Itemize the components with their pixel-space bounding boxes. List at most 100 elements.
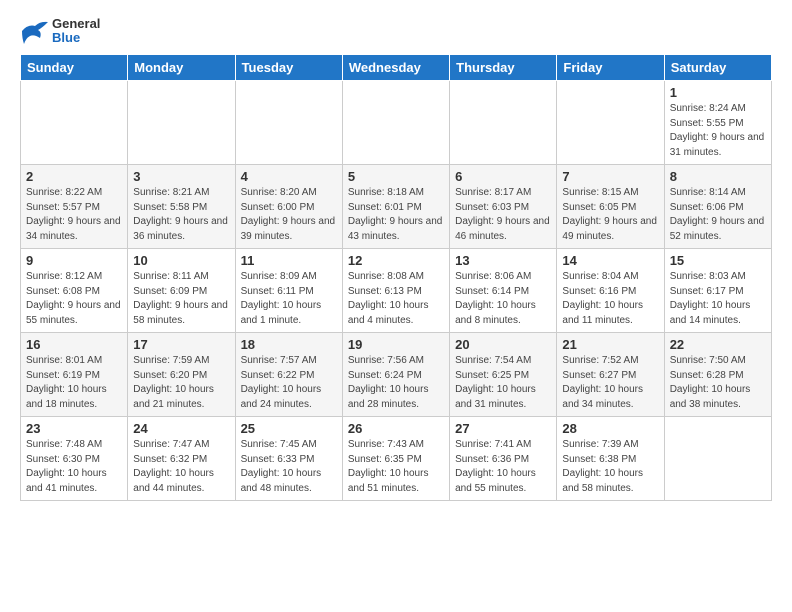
calendar-cell: 20 Sunrise: 7:54 AM Sunset: 6:25 PM Dayli… [450,333,557,417]
calendar-cell: 19Sunrise: 7:56 AM Sunset: 6:24 PM Dayli… [342,333,449,417]
week-row-5: 23 Sunrise: 7:48 AM Sunset: 6:30 PM Dayli… [21,417,772,501]
day-info: Sunrise: 8:24 AM Sunset: 5:55 PM Dayligh… [670,102,766,160]
day-number: 2 [26,169,122,184]
day-info: Sunrise: 8:09 AM Sunset: 6:11 PM Dayligh… [241,270,337,328]
header: General Blue [20,16,772,46]
day-number: 8 [670,169,766,184]
calendar-cell [128,81,235,165]
weekday-wednesday: Wednesday [342,55,449,81]
calendar-cell: 5 Sunrise: 8:18 AM Sunset: 6:01 PM Daylig… [342,165,449,249]
day-number: 18 [241,337,337,352]
calendar-cell: 1 Sunrise: 8:24 AM Sunset: 5:55 PM Daylig… [664,81,771,165]
calendar-cell: 15Sunrise: 8:03 AM Sunset: 6:17 PM Dayli… [664,249,771,333]
logo-general-text: General [52,17,100,31]
calendar-cell: 3 Sunrise: 8:21 AM Sunset: 5:58 PM Daylig… [128,165,235,249]
day-info: Sunrise: 8:18 AM Sunset: 6:01 PM Dayligh… [348,186,444,244]
calendar-cell: 18 Sunrise: 7:57 AM Sunset: 6:22 PM Dayli… [235,333,342,417]
page: General Blue SundayMondayTuesdayWednesda… [0,0,792,517]
day-info: Sunrise: 8:20 AM Sunset: 6:00 PM Dayligh… [241,186,337,244]
day-number: 16 [26,337,122,352]
calendar-cell: 8 Sunrise: 8:14 AM Sunset: 6:06 PM Daylig… [664,165,771,249]
calendar-cell: 23 Sunrise: 7:48 AM Sunset: 6:30 PM Dayli… [21,417,128,501]
day-number: 5 [348,169,444,184]
calendar-cell: 13 Sunrise: 8:06 AM Sunset: 6:14 PM Dayli… [450,249,557,333]
calendar-cell: 16 Sunrise: 8:01 AM Sunset: 6:19 PM Dayli… [21,333,128,417]
week-row-4: 16 Sunrise: 8:01 AM Sunset: 6:19 PM Dayli… [21,333,772,417]
weekday-header-row: SundayMondayTuesdayWednesdayThursdayFrid… [21,55,772,81]
day-number: 11 [241,253,337,268]
logo-bird-icon [20,16,50,46]
calendar-cell [342,81,449,165]
day-info: Sunrise: 7:57 AM Sunset: 6:22 PM Dayligh… [241,354,337,412]
day-info: Sunrise: 8:01 AM Sunset: 6:19 PM Dayligh… [26,354,122,412]
calendar-cell: 12 Sunrise: 8:08 AM Sunset: 6:13 PM Dayli… [342,249,449,333]
day-number: 14 [562,253,658,268]
day-info: Sunrise: 8:14 AM Sunset: 6:06 PM Dayligh… [670,186,766,244]
day-info: Sunrise: 7:45 AM Sunset: 6:33 PM Dayligh… [241,438,337,496]
weekday-thursday: Thursday [450,55,557,81]
day-info: Sunrise: 8:22 AM Sunset: 5:57 PM Dayligh… [26,186,122,244]
day-number: 12 [348,253,444,268]
day-number: 7 [562,169,658,184]
day-number: 3 [133,169,229,184]
day-info: Sunrise: 8:06 AM Sunset: 6:14 PM Dayligh… [455,270,551,328]
calendar-cell [235,81,342,165]
day-number: 21 [562,337,658,352]
weekday-tuesday: Tuesday [235,55,342,81]
day-info: Sunrise: 8:04 AM Sunset: 6:16 PM Dayligh… [562,270,658,328]
logo-blue-text: Blue [52,31,100,45]
calendar-cell: 6 Sunrise: 8:17 AM Sunset: 6:03 PM Daylig… [450,165,557,249]
day-info: Sunrise: 8:11 AM Sunset: 6:09 PM Dayligh… [133,270,229,328]
calendar-cell: 11 Sunrise: 8:09 AM Sunset: 6:11 PM Dayli… [235,249,342,333]
calendar-cell: 7 Sunrise: 8:15 AM Sunset: 6:05 PM Daylig… [557,165,664,249]
day-number: 9 [26,253,122,268]
day-info: Sunrise: 8:17 AM Sunset: 6:03 PM Dayligh… [455,186,551,244]
day-info: Sunrise: 8:21 AM Sunset: 5:58 PM Dayligh… [133,186,229,244]
day-info: Sunrise: 7:52 AM Sunset: 6:27 PM Dayligh… [562,354,658,412]
day-number: 4 [241,169,337,184]
calendar-cell: 17 Sunrise: 7:59 AM Sunset: 6:20 PM Dayli… [128,333,235,417]
day-number: 22 [670,337,766,352]
weekday-monday: Monday [128,55,235,81]
day-number: 15 [670,253,766,268]
calendar-cell: 10 Sunrise: 8:11 AM Sunset: 6:09 PM Dayli… [128,249,235,333]
calendar-cell [557,81,664,165]
day-info: Sunrise: 7:43 AM Sunset: 6:35 PM Dayligh… [348,438,444,496]
day-info: Sunrise: 7:48 AM Sunset: 6:30 PM Dayligh… [26,438,122,496]
day-number: 27 [455,421,551,436]
day-info: Sunrise: 7:54 AM Sunset: 6:25 PM Dayligh… [455,354,551,412]
calendar-cell [450,81,557,165]
day-info: Sunrise: 7:50 AM Sunset: 6:28 PM Dayligh… [670,354,766,412]
day-info: Sunrise: 8:15 AM Sunset: 6:05 PM Dayligh… [562,186,658,244]
calendar-cell: 2 Sunrise: 8:22 AM Sunset: 5:57 PM Daylig… [21,165,128,249]
day-info: Sunrise: 7:39 AM Sunset: 6:38 PM Dayligh… [562,438,658,496]
calendar-cell: 27Sunrise: 7:41 AM Sunset: 6:36 PM Dayli… [450,417,557,501]
calendar-cell: 9 Sunrise: 8:12 AM Sunset: 6:08 PM Daylig… [21,249,128,333]
week-row-3: 9 Sunrise: 8:12 AM Sunset: 6:08 PM Daylig… [21,249,772,333]
day-info: Sunrise: 7:56 AM Sunset: 6:24 PM Dayligh… [348,354,444,412]
day-info: Sunrise: 8:08 AM Sunset: 6:13 PM Dayligh… [348,270,444,328]
day-number: 17 [133,337,229,352]
day-number: 13 [455,253,551,268]
day-number: 25 [241,421,337,436]
day-number: 1 [670,85,766,100]
calendar-cell: 26Sunrise: 7:43 AM Sunset: 6:35 PM Dayli… [342,417,449,501]
week-row-1: 1 Sunrise: 8:24 AM Sunset: 5:55 PM Daylig… [21,81,772,165]
logo: General Blue [20,16,100,46]
calendar-cell: 22 Sunrise: 7:50 AM Sunset: 6:28 PM Dayli… [664,333,771,417]
day-info: Sunrise: 7:59 AM Sunset: 6:20 PM Dayligh… [133,354,229,412]
weekday-friday: Friday [557,55,664,81]
day-number: 20 [455,337,551,352]
weekday-saturday: Saturday [664,55,771,81]
calendar-cell [21,81,128,165]
calendar-cell: 28 Sunrise: 7:39 AM Sunset: 6:38 PM Dayli… [557,417,664,501]
day-info: Sunrise: 8:12 AM Sunset: 6:08 PM Dayligh… [26,270,122,328]
calendar-cell: 21 Sunrise: 7:52 AM Sunset: 6:27 PM Dayli… [557,333,664,417]
calendar-cell: 14 Sunrise: 8:04 AM Sunset: 6:16 PM Dayli… [557,249,664,333]
day-number: 23 [26,421,122,436]
weekday-sunday: Sunday [21,55,128,81]
day-number: 24 [133,421,229,436]
day-number: 10 [133,253,229,268]
day-number: 28 [562,421,658,436]
day-number: 6 [455,169,551,184]
